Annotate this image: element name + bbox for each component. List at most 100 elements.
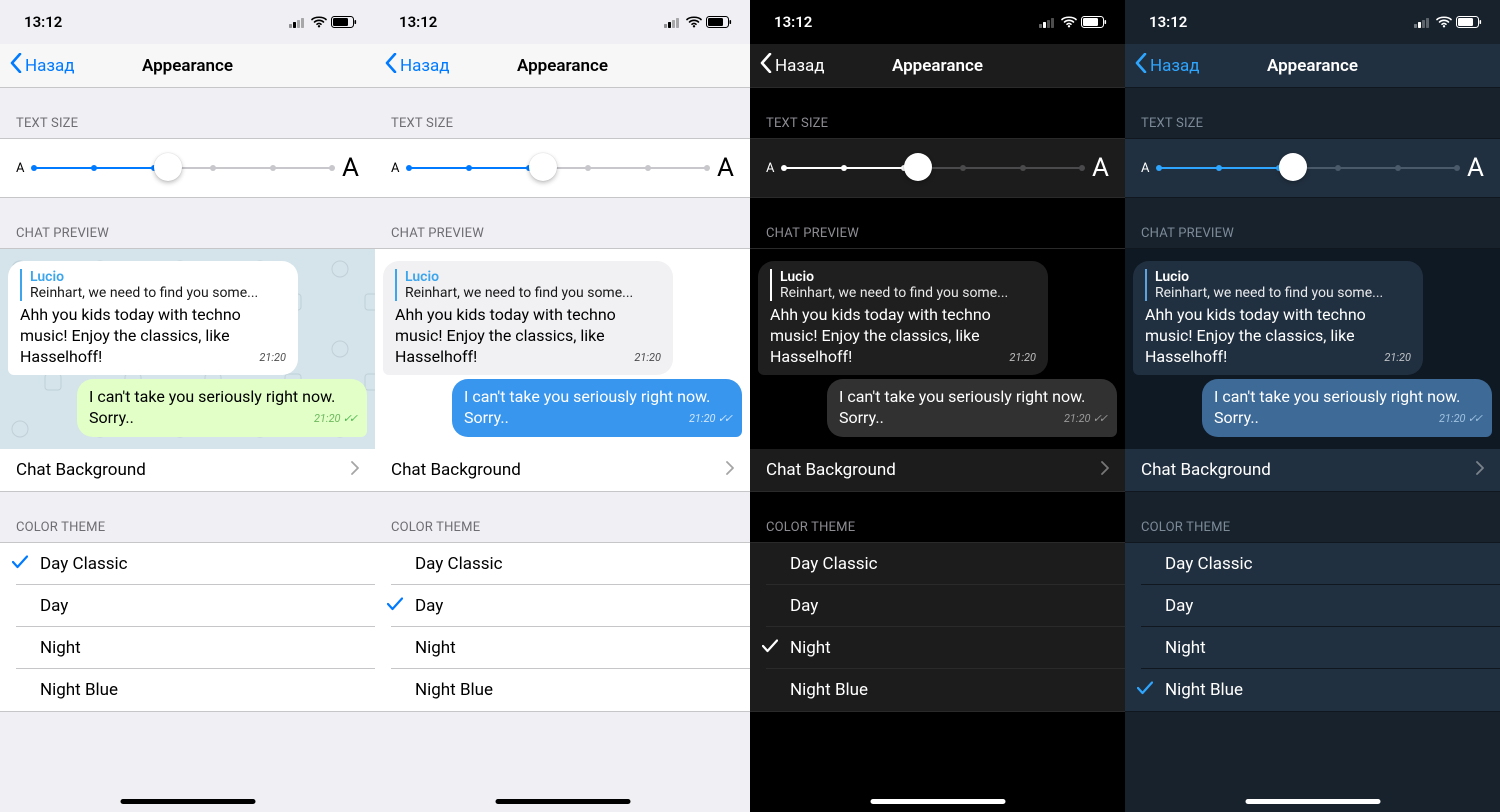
theme-option-label: Day <box>415 596 443 616</box>
back-button[interactable]: Назад <box>760 53 825 78</box>
back-button[interactable]: Назад <box>1135 53 1200 78</box>
bubble-time: 21:20 <box>634 351 661 365</box>
theme-option-day[interactable]: Day <box>750 585 1125 627</box>
text-size-row: A A <box>1125 139 1500 197</box>
theme-option-day[interactable]: Day <box>0 585 375 627</box>
theme-option-night-blue[interactable]: Night Blue <box>375 669 750 711</box>
read-ticks-icon: ✓✓ <box>1093 412 1105 425</box>
section-header-theme: COLOR THEME <box>375 492 750 542</box>
theme-option-night-blue[interactable]: Night Blue <box>1125 669 1500 711</box>
section-header-theme: COLOR THEME <box>750 492 1125 542</box>
nav-bar: Назад Appearance <box>375 44 750 88</box>
reply-text: Reinhart, we need to find you some... <box>405 285 661 301</box>
status-time: 13:12 <box>1149 13 1187 31</box>
bubble-time: 21:20✓✓ <box>314 412 355 426</box>
chat-background-label: Chat Background <box>391 460 521 480</box>
back-label: Назад <box>1150 56 1200 76</box>
check-icon <box>387 596 415 616</box>
theme-option-day-classic[interactable]: Day Classic <box>1125 543 1500 585</box>
chevron-left-icon <box>1135 53 1147 78</box>
theme-option-night[interactable]: Night <box>1125 627 1500 669</box>
home-indicator[interactable] <box>1245 799 1380 804</box>
home-indicator[interactable] <box>870 799 1005 804</box>
status-icons <box>289 16 357 28</box>
theme-option-day-classic[interactable]: Day Classic <box>375 543 750 585</box>
section-header-theme: COLOR THEME <box>0 492 375 542</box>
section-header-preview: CHAT PREVIEW <box>750 198 1125 248</box>
read-ticks-icon: ✓✓ <box>718 412 730 425</box>
theme-option-day[interactable]: Day <box>1125 585 1500 627</box>
section-header-preview: CHAT PREVIEW <box>1125 198 1500 248</box>
reply-name: Lucio <box>1155 269 1411 285</box>
bubble-text: I can't take you seriously right now. So… <box>464 387 730 429</box>
chat-background-row[interactable]: Chat Background <box>375 449 750 491</box>
status-bar: 13:12 <box>375 0 750 44</box>
theme-option-day-classic[interactable]: Day Classic <box>0 543 375 585</box>
status-icons <box>664 16 732 28</box>
section-header-textsize: TEXT SIZE <box>375 88 750 138</box>
check-icon <box>12 554 40 574</box>
bubble-incoming: Lucio Reinhart, we need to find you some… <box>758 261 1048 375</box>
text-size-slider[interactable] <box>784 153 1082 183</box>
chevron-left-icon <box>760 53 772 78</box>
bubble-outgoing: I can't take you seriously right now. So… <box>452 379 742 437</box>
theme-option-label: Day <box>1165 596 1193 616</box>
chat-background-row[interactable]: Chat Background <box>0 449 375 491</box>
back-button[interactable]: Назад <box>10 53 75 78</box>
theme-option-night-blue[interactable]: Night Blue <box>0 669 375 711</box>
reply-name: Lucio <box>780 269 1036 285</box>
status-time: 13:12 <box>24 13 62 31</box>
theme-option-label: Night <box>415 638 456 658</box>
chat-background-row[interactable]: Chat Background <box>750 449 1125 491</box>
status-time: 13:12 <box>774 13 812 31</box>
bubble-time: 21:20 <box>259 351 286 365</box>
theme-option-label: Night Blue <box>1165 680 1243 700</box>
bubble-text: Ahh you kids today with techno music! En… <box>770 305 1036 367</box>
bubble-time: 21:20 <box>1009 351 1036 365</box>
theme-option-night[interactable]: Night <box>375 627 750 669</box>
home-indicator[interactable] <box>495 799 630 804</box>
read-ticks-icon: ✓✓ <box>343 412 355 425</box>
status-icons <box>1039 16 1107 28</box>
chat-background-label: Chat Background <box>766 460 896 480</box>
chevron-left-icon <box>10 53 22 78</box>
text-size-slider[interactable] <box>1159 153 1457 183</box>
chat-background-row[interactable]: Chat Background <box>1125 449 1500 491</box>
theme-option-label: Day Classic <box>1165 554 1253 574</box>
theme-option-night-blue[interactable]: Night Blue <box>750 669 1125 711</box>
bubble-text: Ahh you kids today with techno music! En… <box>395 305 661 367</box>
chevron-right-icon <box>1476 460 1484 480</box>
reply-text: Reinhart, we need to find you some... <box>780 285 1036 301</box>
bubble-text: Ahh you kids today with techno music! En… <box>1145 305 1411 367</box>
text-size-slider[interactable] <box>34 153 332 183</box>
text-size-slider[interactable] <box>409 153 707 183</box>
chat-preview: Lucio Reinhart, we need to find you some… <box>1125 249 1500 449</box>
nav-bar: Назад Appearance <box>750 44 1125 88</box>
nav-bar: Назад Appearance <box>0 44 375 88</box>
back-button[interactable]: Назад <box>385 53 450 78</box>
bubble-time: 21:20 <box>1384 351 1411 365</box>
theme-option-label: Night Blue <box>40 680 118 700</box>
read-ticks-icon: ✓✓ <box>1468 412 1480 425</box>
chat-preview: Lucio Reinhart, we need to find you some… <box>750 249 1125 449</box>
text-size-small-icon: A <box>766 161 774 176</box>
bubble-text: I can't take you seriously right now. So… <box>89 387 355 429</box>
nav-bar: Назад Appearance <box>1125 44 1500 88</box>
bubble-text: I can't take you seriously right now. So… <box>839 387 1105 429</box>
home-indicator[interactable] <box>120 799 255 804</box>
theme-option-night[interactable]: Night <box>750 627 1125 669</box>
theme-option-label: Night <box>40 638 81 658</box>
theme-option-label: Day Classic <box>40 554 128 574</box>
bubble-incoming: Lucio Reinhart, we need to find you some… <box>8 261 298 375</box>
theme-option-day[interactable]: Day <box>375 585 750 627</box>
text-size-large-icon: A <box>1092 153 1109 183</box>
theme-option-night[interactable]: Night <box>0 627 375 669</box>
theme-option-day-classic[interactable]: Day Classic <box>750 543 1125 585</box>
section-header-textsize: TEXT SIZE <box>1125 88 1500 138</box>
reply-block: Lucio Reinhart, we need to find you some… <box>1145 269 1411 301</box>
section-header-textsize: TEXT SIZE <box>0 88 375 138</box>
status-time: 13:12 <box>399 13 437 31</box>
check-icon <box>1137 680 1165 700</box>
status-bar: 13:12 <box>0 0 375 44</box>
bubble-incoming: Lucio Reinhart, we need to find you some… <box>1133 261 1423 375</box>
